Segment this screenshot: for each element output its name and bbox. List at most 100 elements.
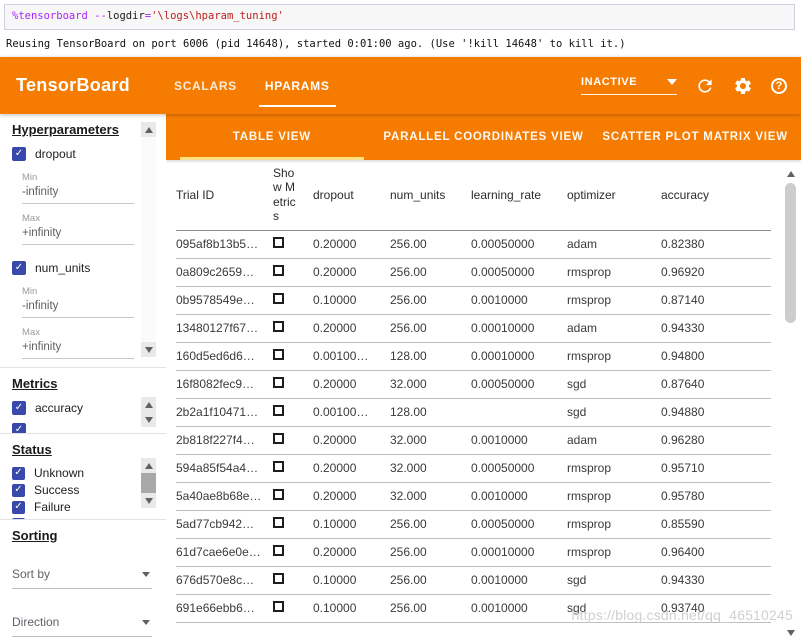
view-tab-table-view[interactable]: TABLE VIEW: [166, 114, 378, 160]
num-units-max-field[interactable]: Max +infinity: [22, 327, 134, 359]
scrollbar-thumb[interactable]: [785, 183, 796, 323]
show-metrics-cell: [273, 566, 313, 595]
checkbox-row-dropout[interactable]: dropout: [12, 145, 154, 163]
optimizer-cell: adam: [567, 230, 661, 259]
show-metrics-checkbox[interactable]: [273, 545, 284, 556]
checkbox-row-num-units[interactable]: num_units: [12, 259, 154, 277]
table-scrollbar[interactable]: [782, 166, 799, 640]
show-metrics-checkbox[interactable]: [273, 489, 284, 500]
checkbox-label: Success: [34, 483, 80, 497]
optimizer-cell: rmsprop: [567, 510, 661, 539]
scroll-down-icon[interactable]: [783, 625, 798, 640]
show-metrics-checkbox[interactable]: [273, 265, 284, 276]
accuracy-cell: 0.94330: [661, 566, 771, 595]
field-label: Max: [22, 327, 40, 338]
num-units-checkbox[interactable]: [12, 261, 26, 275]
sorting-heading: Sorting: [12, 528, 58, 543]
accuracy-cell: 0.94330: [661, 314, 771, 343]
checkbox-label: accuracy: [35, 401, 84, 415]
learning-rate-cell: 0.00010000: [471, 342, 567, 371]
success-checkbox[interactable]: [12, 483, 25, 497]
optimizer-cell: adam: [567, 314, 661, 343]
scroll-up-icon[interactable]: [141, 122, 156, 137]
dropout-cell: 0.20000: [313, 538, 390, 567]
scroll-up-icon[interactable]: [141, 397, 156, 412]
refresh-icon[interactable]: [695, 76, 715, 96]
num-units-cell: 32.000: [390, 454, 471, 483]
show-metrics-cell: [273, 342, 313, 371]
tensorboard-header: TensorBoard SCALARS HPARAMS INACTIVE ?: [0, 57, 801, 114]
dropout-max-field[interactable]: Max +infinity: [22, 213, 134, 245]
column-header-show-metrics: Show Metrics: [273, 160, 313, 231]
accuracy-cell: 0.87140: [661, 286, 771, 315]
help-icon[interactable]: ?: [771, 77, 787, 94]
dropout-cell: 0.10000: [313, 566, 390, 595]
trial-id-cell: 095af8b13b5…: [176, 230, 273, 259]
num-units-cell: 256.00: [390, 230, 471, 259]
dropout-min-field[interactable]: Min -infinity: [22, 172, 134, 204]
reload-status-dropdown[interactable]: INACTIVE: [581, 76, 677, 95]
table-row: 61d7cae6e0e… 0.20000 256.00 0.00010000 rmspr…: [176, 538, 771, 567]
notebook-code-cell[interactable]: %tensorboard --logdir='\logs\hparam_tuni…: [4, 4, 795, 30]
dropout-checkbox[interactable]: [12, 147, 26, 161]
status-scrollbar[interactable]: [141, 458, 156, 508]
trial-id-cell: 2b2a1f10471…: [176, 398, 273, 427]
scroll-up-icon[interactable]: [783, 166, 798, 181]
unknown-checkbox[interactable]: [12, 466, 25, 480]
show-metrics-checkbox[interactable]: [273, 349, 284, 360]
app-title: TensorBoard: [16, 75, 130, 95]
show-metrics-cell: [273, 510, 313, 539]
reload-status-label: INACTIVE: [581, 76, 638, 88]
scroll-up-icon[interactable]: [141, 458, 156, 473]
watermark: https://blog.csdn.net/qq_46510245: [571, 607, 793, 623]
scroll-down-icon[interactable]: [141, 412, 156, 427]
num-units-cell: 256.00: [390, 258, 471, 287]
settings-gear-icon[interactable]: [733, 76, 753, 96]
show-metrics-checkbox[interactable]: [273, 573, 284, 584]
tab-scalars[interactable]: SCALARS: [160, 57, 251, 114]
checkbox-row-failure[interactable]: Failure: [12, 499, 154, 515]
tab-hparams[interactable]: HPARAMS: [251, 57, 344, 114]
metrics-scrollbar[interactable]: [141, 397, 156, 427]
show-metrics-checkbox[interactable]: [273, 461, 284, 472]
show-metrics-cell: [273, 286, 313, 315]
show-metrics-checkbox[interactable]: [273, 433, 284, 444]
sort-by-select[interactable]: Sort by: [12, 565, 152, 589]
show-metrics-checkbox[interactable]: [273, 517, 284, 528]
num-units-cell: 128.00: [390, 398, 471, 427]
show-metrics-checkbox[interactable]: [273, 293, 284, 304]
view-tab-scatter-plot-matrix-view[interactable]: SCATTER PLOT MATRIX VIEW: [589, 114, 801, 160]
scrollbar-track[interactable]: [141, 137, 156, 342]
scrollbar-thumb[interactable]: [141, 473, 156, 493]
num-units-min-field[interactable]: Min -infinity: [22, 286, 134, 318]
hyperparameters-scrollbar[interactable]: [141, 122, 156, 357]
metrics-heading: Metrics: [12, 376, 58, 391]
checkbox-row-unknown[interactable]: Unknown: [12, 465, 154, 481]
dropout-cell: 0.20000: [313, 314, 390, 343]
accuracy-checkbox[interactable]: [12, 401, 26, 415]
show-metrics-checkbox[interactable]: [273, 377, 284, 388]
table-body: 095af8b13b5… 0.20000 256.00 0.00050000 adam 0…: [176, 230, 771, 623]
scroll-down-icon[interactable]: [141, 342, 156, 357]
trial-id-cell: 13480127f67…: [176, 314, 273, 343]
main-content: TABLE VIEW PARALLEL COORDINATES VIEW SCATT…: [166, 114, 801, 644]
status-list: Unknown Success Failure: [12, 465, 154, 519]
direction-select[interactable]: Direction: [12, 613, 152, 637]
learning-rate-cell: 0.00050000: [471, 454, 567, 483]
scroll-down-icon[interactable]: [141, 493, 156, 508]
table-header-row: Trial ID Show Metrics dropout num_units lear…: [176, 160, 771, 231]
view-tab-parallel-coordinates-view[interactable]: PARALLEL COORDINATES VIEW: [378, 114, 590, 160]
metrics-list: accuracy: [12, 399, 154, 433]
failure-checkbox[interactable]: [12, 500, 25, 514]
checkbox-row-accuracy[interactable]: accuracy: [12, 399, 154, 417]
column-header-optimizer: optimizer: [567, 160, 661, 231]
show-metrics-checkbox[interactable]: [273, 237, 284, 248]
show-metrics-checkbox[interactable]: [273, 405, 284, 416]
direction-label: Direction: [12, 615, 60, 629]
learning-rate-cell: 0.00050000: [471, 258, 567, 287]
dropout-cell: 0.00100…: [313, 398, 390, 427]
show-metrics-checkbox[interactable]: [273, 601, 284, 612]
checkbox-row-success[interactable]: Success: [12, 482, 154, 498]
show-metrics-checkbox[interactable]: [273, 321, 284, 332]
clipped-checkbox[interactable]: [12, 423, 26, 433]
